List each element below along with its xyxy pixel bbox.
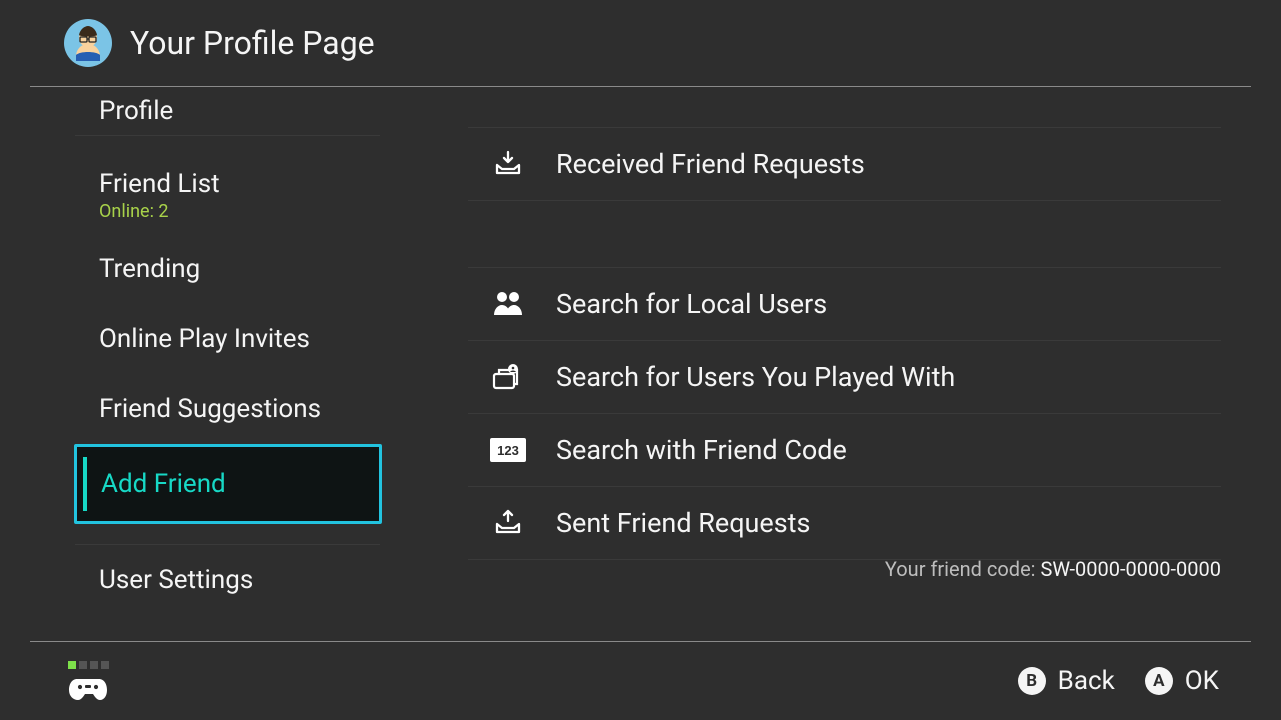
sidebar-item-label: Friend Suggestions <box>99 394 410 424</box>
page-dot-active <box>68 661 76 669</box>
list-gap <box>468 200 1221 267</box>
hint-back[interactable]: B Back <box>1018 666 1115 696</box>
svg-text:123: 123 <box>497 443 519 458</box>
sidebar-item-profile[interactable]: Profile <box>75 87 410 135</box>
a-button-icon: A <box>1145 667 1173 695</box>
sidebar-item-label: User Settings <box>99 565 410 595</box>
inbox-download-icon <box>490 149 526 179</box>
avatar <box>64 19 112 67</box>
sidebar-item-friend-list[interactable]: Friend List Online: 2 <box>75 156 410 234</box>
row-sent-friend-requests[interactable]: Sent Friend Requests <box>468 486 1221 560</box>
b-button-icon: B <box>1018 667 1046 695</box>
page-title: Your Profile Page <box>130 24 375 62</box>
sidebar-item-user-settings[interactable]: User Settings <box>75 545 410 615</box>
page-dot <box>90 661 98 669</box>
two-users-icon <box>490 289 526 319</box>
row-label: Sent Friend Requests <box>556 507 810 539</box>
friend-code-line: Your friend code: SW-0000-0000-0000 <box>885 557 1221 581</box>
sidebar-item-trending[interactable]: Trending <box>75 234 410 304</box>
row-label: Search with Friend Code <box>556 434 847 466</box>
header-bar: Your Profile Page <box>0 0 1281 86</box>
hint-ok[interactable]: A OK <box>1145 666 1219 696</box>
device-user-icon <box>490 362 526 392</box>
footer-left <box>68 661 109 701</box>
sidebar-item-label: Add Friend <box>101 469 379 499</box>
sidebar-item-label: Friend List <box>99 169 410 199</box>
sidebar-item-label: Trending <box>99 254 410 284</box>
friend-code-prefix: Your friend code: <box>885 557 1041 581</box>
row-search-friend-code[interactable]: 123 Search with Friend Code <box>468 413 1221 486</box>
row-label: Search for Local Users <box>556 288 827 320</box>
sidebar-item-add-friend[interactable]: Add Friend <box>74 444 382 524</box>
sidebar-item-online-play-invites[interactable]: Online Play Invites <box>75 304 410 374</box>
hint-label: OK <box>1185 666 1219 696</box>
footer-right: B Back A OK <box>1018 666 1219 696</box>
sidebar-item-subtext: Online: 2 <box>99 201 410 222</box>
number-code-icon: 123 <box>490 438 526 462</box>
hint-label: Back <box>1058 666 1115 696</box>
outbox-upload-icon <box>490 508 526 538</box>
main-panel: Received Friend Requests Search for Loca… <box>410 87 1281 641</box>
controller-icon <box>68 673 108 701</box>
avatar-mii-icon <box>66 21 110 65</box>
sidebar-item-friend-suggestions[interactable]: Friend Suggestions <box>75 374 410 444</box>
row-received-friend-requests[interactable]: Received Friend Requests <box>468 127 1221 200</box>
page-dot <box>101 661 109 669</box>
footer-bar: B Back A OK <box>0 642 1281 720</box>
options-list: Received Friend Requests Search for Loca… <box>468 127 1221 560</box>
page-dot <box>79 661 87 669</box>
sidebar: Profile Friend List Online: 2 Trending O… <box>0 87 410 641</box>
sidebar-item-label: Online Play Invites <box>99 324 410 354</box>
row-label: Received Friend Requests <box>556 148 865 180</box>
friend-code-value: SW-0000-0000-0000 <box>1041 557 1222 581</box>
row-search-played-with[interactable]: Search for Users You Played With <box>468 340 1221 413</box>
row-label: Search for Users You Played With <box>556 361 955 393</box>
sidebar-item-label: Profile <box>99 96 410 126</box>
row-search-local-users[interactable]: Search for Local Users <box>468 267 1221 340</box>
page-indicator <box>68 661 109 669</box>
